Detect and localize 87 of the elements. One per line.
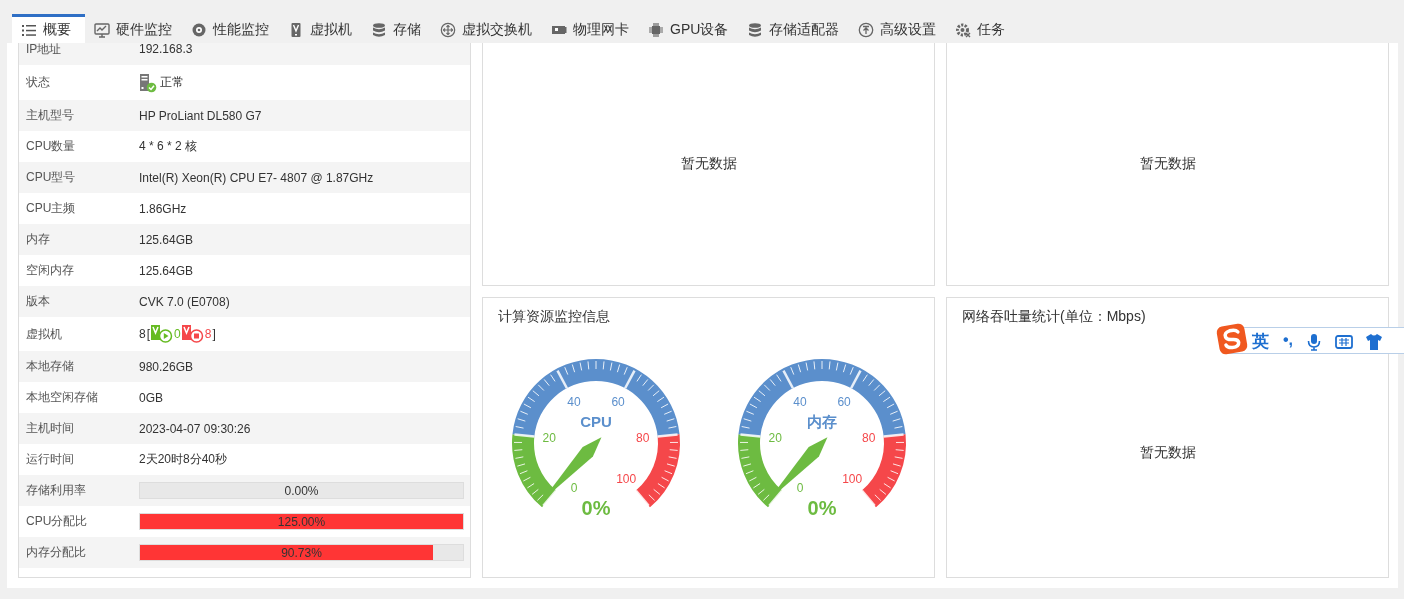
field-value: 2023-04-07 09:30:26 — [139, 421, 251, 436]
scale-label: 100 — [842, 472, 863, 486]
field-value: 125.64GB — [139, 232, 194, 247]
field-value: CVK 7.0 (E0708) — [139, 294, 230, 309]
gauge-label: CPU — [580, 413, 612, 430]
tab[interactable]: 概要 — [12, 14, 85, 43]
shirt-icon[interactable] — [1365, 332, 1384, 351]
scale-label: 40 — [567, 394, 581, 409]
scale-label: 20 — [768, 431, 782, 446]
status-text: 正常 — [160, 74, 184, 91]
server-ok-icon — [139, 72, 157, 93]
tab[interactable]: 虚拟交换机 — [431, 14, 542, 43]
gauge-label: 内存 — [807, 413, 837, 430]
field-label: 存储利用率 — [25, 482, 87, 499]
field-label: 状态 — [25, 74, 51, 91]
field-value: HP ProLiant DL580 G7 — [139, 108, 262, 123]
panel-title: 计算资源监控信息 — [498, 308, 610, 324]
scale-label: 100 — [616, 472, 637, 486]
tab[interactable]: GPU设备 — [639, 14, 739, 43]
keyboard-icon[interactable] — [1335, 332, 1354, 351]
monitor-chart-icon — [94, 22, 110, 38]
gear-icon — [955, 22, 972, 38]
field-label: 虚拟机 — [25, 325, 63, 343]
field-label: CPU分配比 — [25, 513, 89, 530]
network-switch-icon — [440, 22, 456, 38]
vm-running-count: 0 — [174, 327, 181, 341]
panel-title: 网络吞吐量统计(单位：Mbps) — [962, 308, 1146, 324]
field-label: 主机时间 — [25, 420, 75, 437]
scale-label: 80 — [636, 431, 650, 446]
vm-running-icon — [151, 325, 174, 343]
progress-value: 90.73% — [281, 545, 322, 560]
scale-label: 20 — [542, 431, 556, 446]
tab[interactable]: 存储适配器 — [738, 14, 850, 43]
vm-total: 8 — [139, 327, 146, 341]
gauge-value: 0% — [581, 497, 611, 519]
field-label: 运行时间 — [25, 451, 75, 468]
field-label: 主机型号 — [25, 107, 75, 124]
field-value: 192.168.3 — [139, 43, 193, 56]
tab[interactable]: 性能监控 — [182, 14, 279, 43]
ime-language[interactable]: 英 — [1252, 325, 1269, 353]
field-value: 1.86GHz — [139, 201, 187, 216]
upload-icon — [858, 22, 875, 38]
field-label: CPU数量 — [25, 138, 77, 155]
field-value: 980.26GB — [139, 359, 194, 374]
field-value: 125.64GB — [139, 263, 194, 278]
field-value: 2天20时8分40秒 — [139, 451, 228, 468]
empty-message: 暂无数据 — [1139, 155, 1196, 173]
field-label: 内存分配比 — [25, 544, 87, 561]
field-label: 内存 — [25, 231, 51, 248]
field-label: IP地址 — [25, 43, 63, 56]
list-icon — [21, 22, 37, 38]
vm-stopped-icon — [181, 325, 204, 343]
field-label: 空闲内存 — [25, 262, 75, 279]
scale-label: 60 — [837, 394, 851, 409]
tab[interactable]: 存储 — [362, 14, 431, 43]
bracket: [ — [146, 327, 151, 341]
field-label: CPU主频 — [25, 200, 77, 217]
field-value: Intel(R) Xeon(R) CPU E7- 4807 @ 1.87GHz — [139, 170, 374, 185]
field-value: 4 * 6 * 2 核 — [139, 138, 198, 155]
scale-label: 40 — [793, 394, 807, 409]
scale-label: 0 — [570, 480, 578, 495]
field-label: 本地存储 — [25, 358, 75, 375]
tab[interactable]: 硬件监控 — [85, 14, 182, 43]
field-value: 0GB — [139, 390, 163, 405]
empty-message: 暂无数据 — [1139, 443, 1196, 462]
disc-icon — [191, 22, 207, 38]
tab[interactable]: 任务 — [946, 14, 1016, 43]
tab[interactable]: 虚拟机 — [279, 14, 362, 43]
progress-value: 125.00% — [277, 514, 326, 529]
bracket: ] — [212, 327, 216, 341]
tab[interactable]: 物理网卡 — [542, 14, 639, 43]
scale-label: 0 — [796, 480, 804, 495]
chip-icon — [648, 22, 664, 38]
database-icon — [747, 22, 764, 38]
tab[interactable]: 高级设置 — [849, 14, 947, 43]
scale-label: 80 — [862, 431, 876, 446]
gauge-value: 0% — [807, 497, 837, 519]
ime-punctuation[interactable]: •, — [1283, 329, 1294, 349]
ime-logo-icon[interactable] — [1215, 322, 1249, 356]
field-label: 本地空闲存储 — [25, 389, 99, 406]
progress-value: 0.00% — [284, 483, 319, 498]
scale-label: 60 — [611, 394, 625, 409]
field-label: 版本 — [25, 293, 51, 310]
database-icon — [371, 22, 387, 38]
field-label: CPU型号 — [25, 169, 77, 186]
empty-message: 暂无数据 — [680, 155, 737, 173]
vm-stopped-count: 8 — [204, 327, 212, 341]
